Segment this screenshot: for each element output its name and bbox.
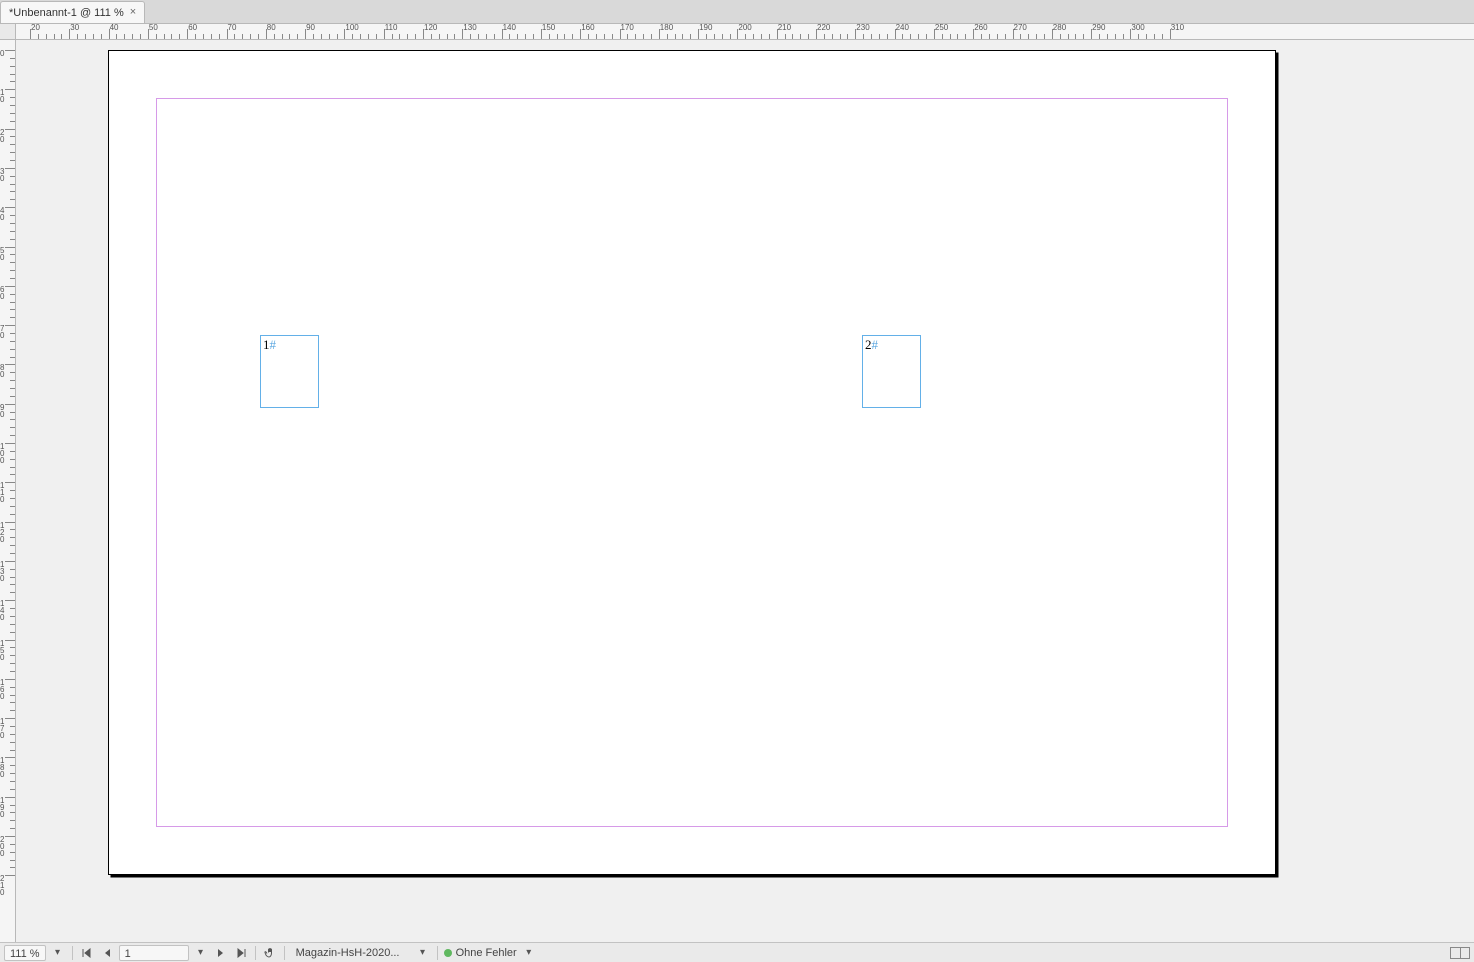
horizontal-ruler[interactable]: 2030405060708090100110120130140150160170… bbox=[16, 24, 1474, 40]
page-number-field[interactable]: 1 bbox=[119, 945, 189, 961]
text-frame[interactable]: 1# bbox=[260, 335, 319, 408]
page-number-value: 1 bbox=[125, 948, 131, 960]
hand-tool-icon[interactable] bbox=[262, 945, 278, 961]
preflight-status[interactable]: Ohne Fehler bbox=[444, 947, 517, 959]
hand-icon bbox=[264, 947, 276, 959]
chevron-right-icon bbox=[217, 948, 225, 958]
close-icon[interactable]: × bbox=[130, 7, 136, 18]
margin-guide bbox=[156, 98, 1228, 827]
preflight-profile[interactable]: Magazin-HsH-2020... bbox=[291, 945, 411, 961]
chevron-down-icon[interactable]: ▾ bbox=[193, 945, 209, 961]
document-workspace: 2030405060708090100110120130140150160170… bbox=[0, 24, 1474, 942]
prev-page-button[interactable] bbox=[99, 945, 115, 961]
hash-endmark-icon: # bbox=[270, 337, 277, 352]
preflight-status-label: Ohne Fehler bbox=[456, 947, 517, 959]
zoom-level-value: 111 % bbox=[10, 948, 40, 960]
spread-view-icon[interactable] bbox=[1450, 947, 1470, 959]
text-frame[interactable]: 2# bbox=[862, 335, 921, 408]
status-ok-icon bbox=[444, 949, 452, 957]
chevron-down-icon[interactable]: ▾ bbox=[415, 945, 431, 961]
vertical-ruler[interactable]: 01 02 03 04 05 06 07 08 09 01 0 01 1 01 … bbox=[0, 40, 16, 942]
chevron-down-icon[interactable]: ▾ bbox=[521, 945, 537, 961]
separator bbox=[437, 946, 438, 960]
first-page-icon bbox=[82, 948, 92, 958]
last-page-icon bbox=[236, 948, 246, 958]
document-tab-bar: *Unbenannt-1 @ 111 % × bbox=[0, 0, 1474, 24]
page-spread[interactable]: 1# 2# bbox=[108, 50, 1276, 875]
first-page-button[interactable] bbox=[79, 945, 95, 961]
document-tab-title: *Unbenannt-1 @ 111 % bbox=[9, 7, 124, 19]
separator bbox=[72, 946, 73, 960]
hash-endmark-icon: # bbox=[872, 337, 879, 352]
zoom-level-field[interactable]: 111 % bbox=[4, 945, 46, 961]
preflight-profile-label: Magazin-HsH-2020... bbox=[296, 947, 400, 959]
ruler-origin[interactable] bbox=[0, 24, 16, 40]
separator bbox=[284, 946, 285, 960]
document-tab[interactable]: *Unbenannt-1 @ 111 % × bbox=[0, 1, 145, 23]
last-page-button[interactable] bbox=[233, 945, 249, 961]
chevron-left-icon bbox=[103, 948, 111, 958]
status-bar: 111 % ▾ 1 ▾ Magazin-HsH-2020... ▾ Ohne F… bbox=[0, 942, 1474, 962]
chevron-down-icon[interactable]: ▾ bbox=[50, 945, 66, 961]
separator bbox=[255, 946, 256, 960]
document-canvas[interactable]: 1# 2# bbox=[16, 40, 1474, 942]
next-page-button[interactable] bbox=[213, 945, 229, 961]
